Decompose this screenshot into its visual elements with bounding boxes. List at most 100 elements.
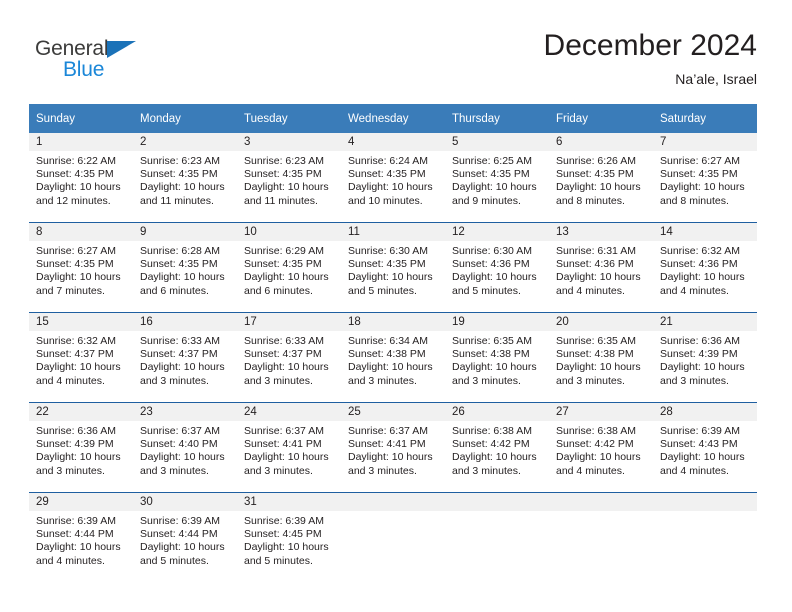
calendar-day-cell[interactable]: 12 Sunrise: 6:30 AM Sunset: 4:36 PM Dayligh… <box>445 222 549 313</box>
sunset-time: Sunset: 4:44 PM <box>140 528 218 541</box>
daylight-duration-line2: and 5 minutes. <box>452 284 521 297</box>
day-number: 30 <box>133 493 237 511</box>
sunset-time: Sunset: 4:36 PM <box>452 258 530 271</box>
sunrise-time: Sunrise: 6:23 AM <box>244 155 324 167</box>
day-details: Sunrise: 6:29 AM Sunset: 4:35 PM Daylight:… <box>237 241 341 298</box>
daylight-duration-line2: and 4 minutes. <box>36 374 105 387</box>
sunrise-time: Sunrise: 6:22 AM <box>36 155 116 167</box>
sunrise-time: Sunrise: 6:37 AM <box>348 425 428 437</box>
calendar-day-cell[interactable]: 8 Sunrise: 6:27 AM Sunset: 4:35 PM Daylight… <box>29 222 133 313</box>
calendar-day-cell[interactable]: 1 Sunrise: 6:22 AM Sunset: 4:35 PM Daylight… <box>29 133 133 223</box>
calendar-day-cell[interactable]: 15 Sunrise: 6:32 AM Sunset: 4:37 PM Dayligh… <box>29 312 133 403</box>
sunset-time: Sunset: 4:35 PM <box>348 258 426 271</box>
daylight-duration-line2: and 3 minutes. <box>244 374 313 387</box>
page-title: December 2024 <box>543 29 757 62</box>
sunrise-time: Sunrise: 6:37 AM <box>140 425 220 437</box>
calendar-day-cell[interactable]: 11 Sunrise: 6:30 AM Sunset: 4:35 PM Dayligh… <box>341 222 445 313</box>
daylight-duration-line1: Daylight: 10 hours <box>556 451 641 464</box>
calendar-day-cell[interactable]: 20 Sunrise: 6:35 AM Sunset: 4:38 PM Dayligh… <box>549 312 653 403</box>
day-cell-inner: 9 Sunrise: 6:28 AM Sunset: 4:35 PM Daylight… <box>133 223 237 312</box>
calendar-day-cell[interactable]: 31 Sunrise: 6:39 AM Sunset: 4:45 PM Dayligh… <box>237 492 341 582</box>
sunset-time: Sunset: 4:41 PM <box>244 438 322 451</box>
daylight-duration-line1: Daylight: 10 hours <box>452 271 537 284</box>
day-details: Sunrise: 6:23 AM Sunset: 4:35 PM Daylight:… <box>237 151 341 208</box>
sunset-time: Sunset: 4:40 PM <box>140 438 218 451</box>
day-number: 6 <box>549 133 653 151</box>
calendar-day-cell[interactable]: 25 Sunrise: 6:37 AM Sunset: 4:41 PM Dayligh… <box>341 402 445 493</box>
daylight-duration-line2: and 8 minutes. <box>556 194 625 207</box>
calendar-day-cell[interactable]: 2 Sunrise: 6:23 AM Sunset: 4:35 PM Daylight… <box>133 133 237 223</box>
sunset-time: Sunset: 4:37 PM <box>36 348 114 361</box>
calendar-day-cell[interactable]: 28 Sunrise: 6:39 AM Sunset: 4:43 PM Dayligh… <box>653 402 757 493</box>
sunset-time: Sunset: 4:35 PM <box>244 258 322 271</box>
sunrise-time: Sunrise: 6:39 AM <box>36 515 116 527</box>
calendar-day-cell[interactable]: 18 Sunrise: 6:34 AM Sunset: 4:38 PM Dayligh… <box>341 312 445 403</box>
day-number <box>653 493 757 511</box>
calendar-day-cell[interactable]: 23 Sunrise: 6:37 AM Sunset: 4:40 PM Dayligh… <box>133 402 237 493</box>
day-number: 14 <box>653 223 757 241</box>
day-number <box>549 493 653 511</box>
calendar-day-cell[interactable]: 29 Sunrise: 6:39 AM Sunset: 4:44 PM Dayligh… <box>29 492 133 582</box>
day-details: Sunrise: 6:27 AM Sunset: 4:35 PM Daylight:… <box>653 151 757 208</box>
calendar-day-cell[interactable]: 9 Sunrise: 6:28 AM Sunset: 4:35 PM Daylight… <box>133 222 237 313</box>
sunset-time: Sunset: 4:35 PM <box>244 168 322 181</box>
sunrise-time: Sunrise: 6:28 AM <box>140 245 220 257</box>
calendar-day-cell[interactable]: 22 Sunrise: 6:36 AM Sunset: 4:39 PM Dayligh… <box>29 402 133 493</box>
day-details <box>549 511 653 515</box>
day-number: 29 <box>29 493 133 511</box>
calendar-day-cell[interactable]: 13 Sunrise: 6:31 AM Sunset: 4:36 PM Dayligh… <box>549 222 653 313</box>
daylight-duration-line2: and 3 minutes. <box>660 374 729 387</box>
generalblue-logo[interactable]: General Blue <box>35 36 175 86</box>
daylight-duration-line2: and 3 minutes. <box>348 464 417 477</box>
logo-word-general: General <box>35 36 175 62</box>
sunset-time: Sunset: 4:35 PM <box>660 168 738 181</box>
sunrise-time: Sunrise: 6:23 AM <box>140 155 220 167</box>
calendar-day-cell[interactable]: 16 Sunrise: 6:33 AM Sunset: 4:37 PM Dayligh… <box>133 312 237 403</box>
day-number: 3 <box>237 133 341 151</box>
sunrise-time: Sunrise: 6:24 AM <box>348 155 428 167</box>
day-cell-inner: 2 Sunrise: 6:23 AM Sunset: 4:35 PM Daylight… <box>133 133 237 222</box>
daylight-duration-line2: and 11 minutes. <box>244 194 318 207</box>
calendar-day-cell[interactable]: 30 Sunrise: 6:39 AM Sunset: 4:44 PM Dayligh… <box>133 492 237 582</box>
calendar-day-cell[interactable]: 10 Sunrise: 6:29 AM Sunset: 4:35 PM Dayligh… <box>237 222 341 313</box>
daylight-duration-line2: and 5 minutes. <box>140 554 209 567</box>
daylight-duration-line2: and 4 minutes. <box>556 284 625 297</box>
sunrise-time: Sunrise: 6:34 AM <box>348 335 428 347</box>
day-number: 26 <box>445 403 549 421</box>
daylight-duration-line2: and 10 minutes. <box>348 194 423 207</box>
day-details: Sunrise: 6:39 AM Sunset: 4:44 PM Daylight:… <box>133 511 237 568</box>
daylight-duration-line1: Daylight: 10 hours <box>348 451 433 464</box>
calendar-day-cell[interactable]: 21 Sunrise: 6:36 AM Sunset: 4:39 PM Dayligh… <box>653 312 757 403</box>
sunset-time: Sunset: 4:42 PM <box>556 438 634 451</box>
sunrise-time: Sunrise: 6:31 AM <box>556 245 636 257</box>
calendar-day-cell[interactable]: 7 Sunrise: 6:27 AM Sunset: 4:35 PM Daylight… <box>653 133 757 223</box>
day-number: 24 <box>237 403 341 421</box>
daylight-duration-line2: and 5 minutes. <box>244 554 313 567</box>
day-cell-inner: 26 Sunrise: 6:38 AM Sunset: 4:42 PM Dayligh… <box>445 403 549 492</box>
calendar-day-cell[interactable]: 5 Sunrise: 6:25 AM Sunset: 4:35 PM Daylight… <box>445 133 549 223</box>
daylight-duration-line1: Daylight: 10 hours <box>660 181 745 194</box>
sunrise-time: Sunrise: 6:27 AM <box>660 155 740 167</box>
calendar-body: 1 Sunrise: 6:22 AM Sunset: 4:35 PM Daylight… <box>29 133 757 582</box>
calendar-day-cell[interactable]: 27 Sunrise: 6:38 AM Sunset: 4:42 PM Dayligh… <box>549 402 653 493</box>
daylight-duration-line1: Daylight: 10 hours <box>244 271 329 284</box>
calendar-day-cell[interactable]: 3 Sunrise: 6:23 AM Sunset: 4:35 PM Daylight… <box>237 133 341 223</box>
sunrise-time: Sunrise: 6:38 AM <box>556 425 636 437</box>
daylight-duration-line2: and 3 minutes. <box>452 464 521 477</box>
day-cell-inner: 8 Sunrise: 6:27 AM Sunset: 4:35 PM Daylight… <box>29 223 133 312</box>
calendar-day-cell[interactable]: 14 Sunrise: 6:32 AM Sunset: 4:36 PM Dayligh… <box>653 222 757 313</box>
sunset-time: Sunset: 4:35 PM <box>36 168 114 181</box>
daylight-duration-line1: Daylight: 10 hours <box>348 181 433 194</box>
calendar-day-cell[interactable]: 6 Sunrise: 6:26 AM Sunset: 4:35 PM Daylight… <box>549 133 653 223</box>
daylight-duration-line1: Daylight: 10 hours <box>140 451 225 464</box>
daylight-duration-line1: Daylight: 10 hours <box>140 271 225 284</box>
calendar-day-cell[interactable]: 26 Sunrise: 6:38 AM Sunset: 4:42 PM Dayligh… <box>445 402 549 493</box>
calendar-day-cell[interactable]: 4 Sunrise: 6:24 AM Sunset: 4:35 PM Daylight… <box>341 133 445 223</box>
triangle-icon <box>107 41 136 58</box>
calendar-day-cell[interactable]: 19 Sunrise: 6:35 AM Sunset: 4:38 PM Dayligh… <box>445 312 549 403</box>
day-cell-inner <box>549 493 653 582</box>
day-cell-inner: 29 Sunrise: 6:39 AM Sunset: 4:44 PM Dayligh… <box>29 493 133 582</box>
calendar-day-cell[interactable]: 24 Sunrise: 6:37 AM Sunset: 4:41 PM Dayligh… <box>237 402 341 493</box>
column-header-sunday: Sunday <box>29 104 133 133</box>
calendar-day-cell[interactable]: 17 Sunrise: 6:33 AM Sunset: 4:37 PM Dayligh… <box>237 312 341 403</box>
